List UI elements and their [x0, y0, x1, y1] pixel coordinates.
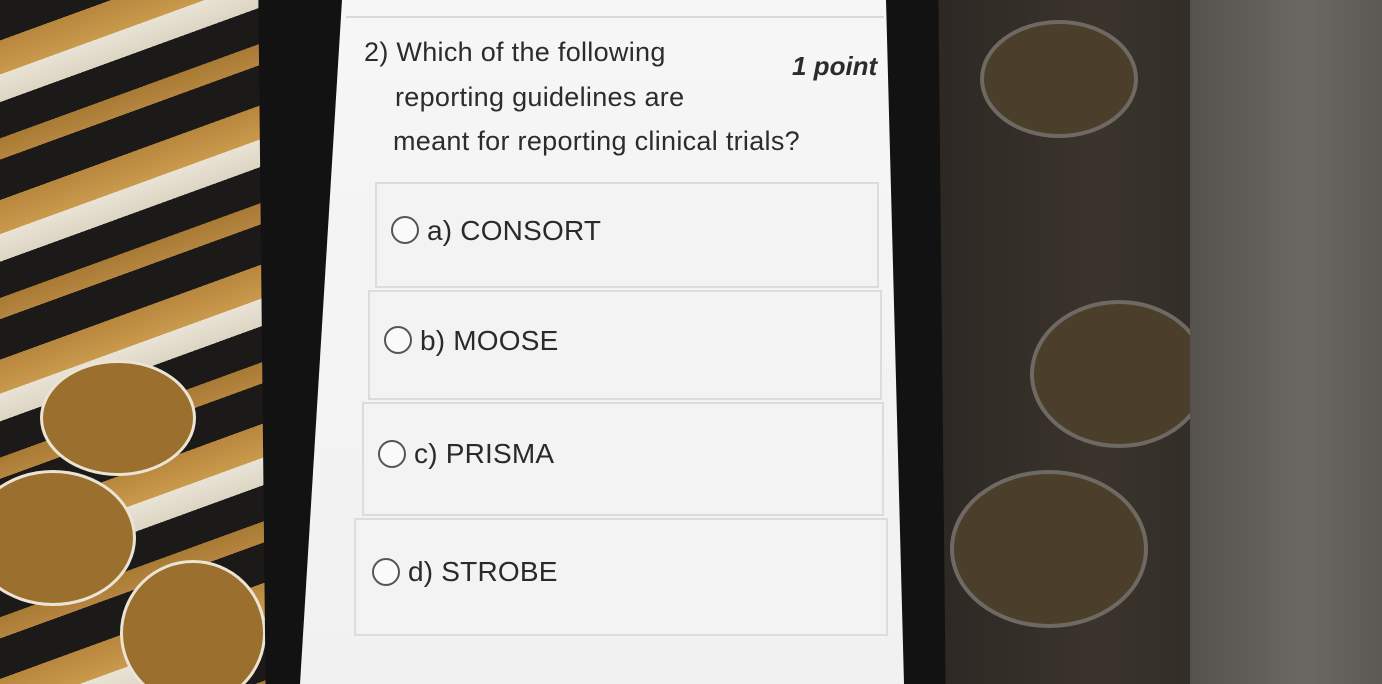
fabric-pattern-shape: [0, 470, 136, 606]
question-text-line-3: meant for reporting clinical trials?: [393, 126, 800, 156]
option-a[interactable]: a) CONSORT: [375, 182, 879, 288]
radio-button-icon[interactable]: [372, 558, 400, 586]
background-edge: [1190, 0, 1382, 684]
question-text-line-2: reporting guidelines are: [395, 82, 685, 112]
option-b[interactable]: b) MOOSE: [368, 290, 882, 400]
quiz-screen: 2) Which of the following reporting guid…: [300, 0, 904, 684]
option-label: d) STROBE: [408, 556, 558, 587]
option-d[interactable]: d) STROBE: [354, 518, 888, 636]
option-label: b) MOOSE: [420, 325, 559, 356]
background-fabric-right: [910, 0, 1382, 684]
question-number: 2): [364, 37, 389, 67]
radio-button-icon[interactable]: [391, 216, 419, 244]
option-label: c) PRISMA: [414, 438, 555, 469]
fabric-pattern-shape: [1030, 300, 1208, 448]
fabric-pattern-shape: [980, 20, 1138, 138]
divider: [346, 16, 884, 18]
question-text-line-1: 2) Which of the following: [364, 37, 666, 68]
points-label: 1 point: [792, 51, 878, 81]
question-text: Which of the following: [396, 37, 666, 67]
option-c[interactable]: c) PRISMA: [362, 402, 884, 516]
radio-button-icon[interactable]: [378, 440, 406, 468]
photo-scene: 2) Which of the following reporting guid…: [0, 0, 1382, 684]
radio-button-icon[interactable]: [384, 326, 412, 354]
fabric-pattern-shape: [40, 360, 196, 476]
option-label: a) CONSORT: [427, 215, 602, 246]
fabric-pattern-shape: [120, 560, 266, 684]
fabric-pattern-shape: [950, 470, 1148, 628]
